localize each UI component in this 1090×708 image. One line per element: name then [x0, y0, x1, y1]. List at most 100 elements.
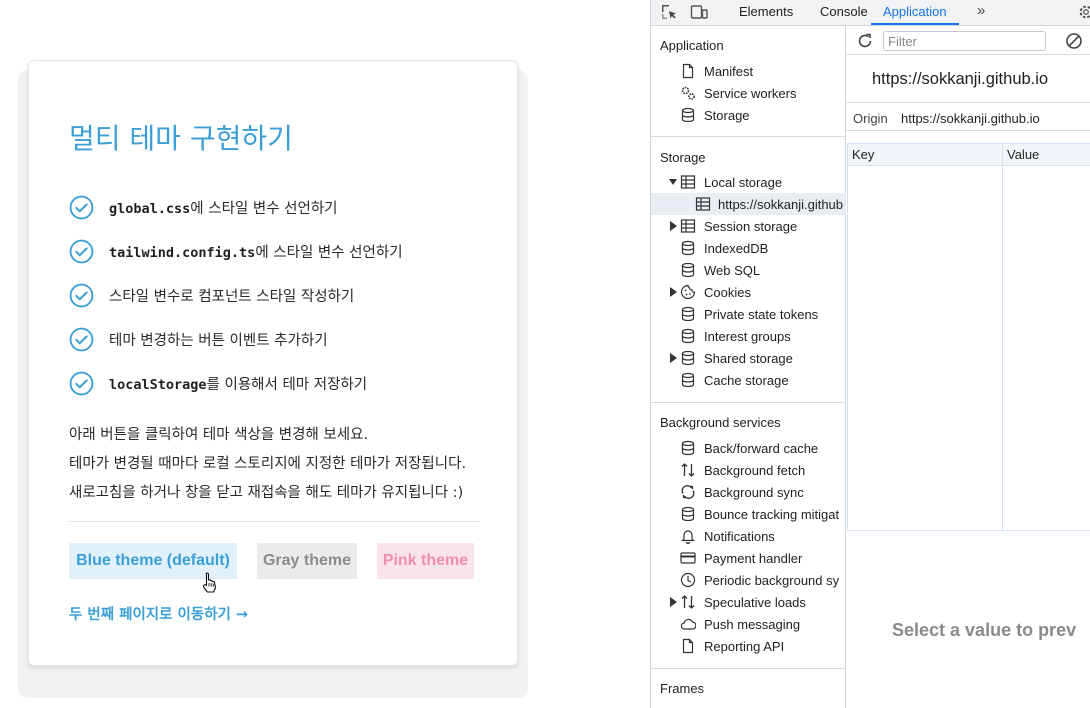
gray-theme-button[interactable]: Gray theme — [257, 543, 357, 579]
sidebar-item-reporting-api[interactable]: Reporting API — [651, 635, 846, 657]
check-circle-icon — [69, 327, 94, 351]
database-icon — [681, 372, 695, 388]
key-value-table[interactable]: Key Value — [847, 143, 1090, 531]
sidebar-item-periodic-sync[interactable]: Periodic background sy — [651, 569, 846, 591]
sidebar-item-cache-storage[interactable]: Cache storage — [651, 369, 846, 391]
sidebar-label: https://sokkanji.github — [718, 196, 844, 212]
filter-input[interactable] — [883, 31, 1046, 51]
inspect-element-icon[interactable] — [659, 2, 679, 22]
sidebar-label: Manifest — [704, 63, 754, 79]
origin-divider — [846, 130, 1090, 131]
pink-theme-button[interactable]: Pink theme — [377, 543, 474, 579]
device-toggle-icon[interactable] — [689, 2, 709, 22]
triangle-down-icon[interactable] — [669, 177, 677, 187]
todo-item: localStorage를 이용해서 테마 저장하기 — [69, 361, 489, 405]
check-circle-icon — [69, 239, 94, 263]
todo-text: localStorage를 이용해서 테마 저장하기 — [109, 373, 367, 394]
application-sidebar: Application Manifest Service workers Sto… — [651, 26, 846, 708]
triangle-right-icon[interactable] — [669, 287, 677, 297]
column-value[interactable]: Value — [1007, 147, 1039, 162]
sidebar-item-notifications[interactable]: Notifications — [651, 525, 846, 547]
sidebar-item-push-messaging[interactable]: Push messaging — [651, 613, 846, 635]
sidebar-item-manifest[interactable]: Manifest — [651, 60, 846, 82]
todo-item: tailwind.config.ts에 스타일 변수 선언하기 — [69, 229, 489, 273]
sidebar-item-service-workers[interactable]: Service workers — [651, 82, 846, 104]
tab-elements[interactable]: Elements — [739, 0, 793, 25]
bell-icon — [681, 530, 695, 544]
todo-code: localStorage — [109, 376, 207, 393]
storage-toolbar — [846, 26, 1090, 55]
empty-preview-message: Select a value to prev — [892, 620, 1077, 640]
clear-all-icon[interactable] — [1065, 32, 1083, 50]
sidebar-item-private-state-tokens[interactable]: Private state tokens — [651, 303, 846, 325]
origin-label: Origin — [853, 111, 888, 126]
description-line: 테마가 변경될 때마다 로컬 스토리지에 지정한 테마가 저장됩니다. — [69, 456, 467, 472]
section-frames: Frames — [660, 681, 705, 696]
todo-text: 테마 변경하는 버튼 이벤트 추가하기 — [109, 329, 328, 350]
section-background-services: Background services — [660, 415, 781, 430]
next-page-link[interactable]: 두 번째 페이지로 이동하기 → — [69, 603, 248, 624]
sidebar-label: Private state tokens — [704, 306, 819, 322]
tab-console[interactable]: Console — [820, 0, 868, 25]
section-application: Application — [660, 38, 724, 53]
file-icon — [682, 63, 694, 79]
storage-main-panel: https://sokkanji.github.io Origin https:… — [846, 26, 1090, 708]
sidebar-item-session-storage[interactable]: Session storage — [651, 215, 846, 237]
todo-label: 를 이용해서 테마 저장하기 — [206, 376, 368, 393]
sidebar-item-speculative-loads[interactable]: Speculative loads — [651, 591, 846, 613]
sidebar-item-interest-groups[interactable]: Interest groups — [651, 325, 846, 347]
sidebar-item-background-sync[interactable]: Background sync — [651, 481, 846, 503]
sidebar-item-bounce-tracking[interactable]: Bounce tracking mitigat — [651, 503, 846, 525]
refresh-icon[interactable] — [856, 32, 874, 50]
todo-code: global.css — [109, 200, 191, 217]
sidebar-label: Web SQL — [704, 262, 761, 278]
sidebar-label: Session storage — [704, 218, 798, 234]
sidebar-item-local-storage[interactable]: Local storage — [651, 171, 846, 193]
todo-item: 스타일 변수로 컴포넌트 스타일 작성하기 — [69, 273, 489, 317]
hand-cursor-icon — [203, 572, 216, 593]
sidebar-item-back-forward-cache[interactable]: Back/forward cache — [651, 437, 846, 459]
table-header: Key Value — [848, 144, 1090, 166]
database-icon — [681, 240, 695, 256]
triangle-right-icon[interactable] — [669, 221, 677, 231]
check-circle-icon — [69, 371, 94, 395]
database-icon — [681, 107, 695, 123]
sidebar-item-web-sql[interactable]: Web SQL — [651, 259, 846, 281]
todo-item: 테마 변경하는 버튼 이벤트 추가하기 — [69, 317, 489, 361]
description-line: 아래 버튼을 클릭하여 테마 색상을 변경해 보세요. — [69, 427, 369, 443]
table-icon — [695, 197, 711, 211]
sidebar-item-payment-handler[interactable]: Payment handler — [651, 547, 846, 569]
sidebar-label: Service workers — [704, 85, 797, 101]
check-circle-icon — [69, 195, 94, 219]
description: 아래 버튼을 클릭하여 테마 색상을 변경해 보세요. 테마가 변경될 때마다 … — [69, 421, 466, 508]
cookie-icon — [680, 284, 696, 300]
sidebar-item-cookies[interactable]: Cookies — [651, 281, 846, 303]
triangle-right-icon[interactable] — [669, 597, 677, 607]
sidebar-label: Local storage — [704, 174, 783, 190]
todo-label: 에 스타일 변수 선언하기 — [190, 200, 338, 217]
triangle-right-icon[interactable] — [669, 353, 677, 363]
database-icon — [681, 262, 695, 278]
section-storage: Storage — [660, 150, 706, 165]
more-tabs-icon[interactable]: » — [977, 2, 985, 19]
sidebar-label: Back/forward cache — [704, 440, 819, 456]
table-icon — [680, 219, 696, 233]
web-page: 멀티 테마 구현하기 global.css에 스타일 변수 선언하기 tailw… — [0, 0, 650, 708]
sidebar-label: Reporting API — [704, 638, 785, 654]
sidebar-item-local-origin[interactable]: https://sokkanji.github — [651, 193, 846, 215]
column-divider — [1002, 144, 1003, 530]
sidebar-item-indexeddb[interactable]: IndexedDB — [651, 237, 846, 259]
sidebar-label: Storage — [704, 107, 750, 123]
sidebar-item-shared-storage[interactable]: Shared storage — [651, 347, 846, 369]
column-key[interactable]: Key — [852, 147, 874, 162]
database-icon — [681, 328, 695, 344]
credit-card-icon — [680, 552, 696, 564]
sidebar-item-storage[interactable]: Storage — [651, 104, 846, 126]
origin-divider — [846, 102, 1090, 103]
tab-application[interactable]: Application — [871, 0, 959, 25]
section-divider — [651, 668, 846, 669]
devtools-tabbar: Elements Console Application » — [651, 0, 1090, 26]
sidebar-item-background-fetch[interactable]: Background fetch — [651, 459, 846, 481]
gear-icon[interactable] — [1077, 3, 1090, 21]
database-icon — [681, 350, 695, 366]
